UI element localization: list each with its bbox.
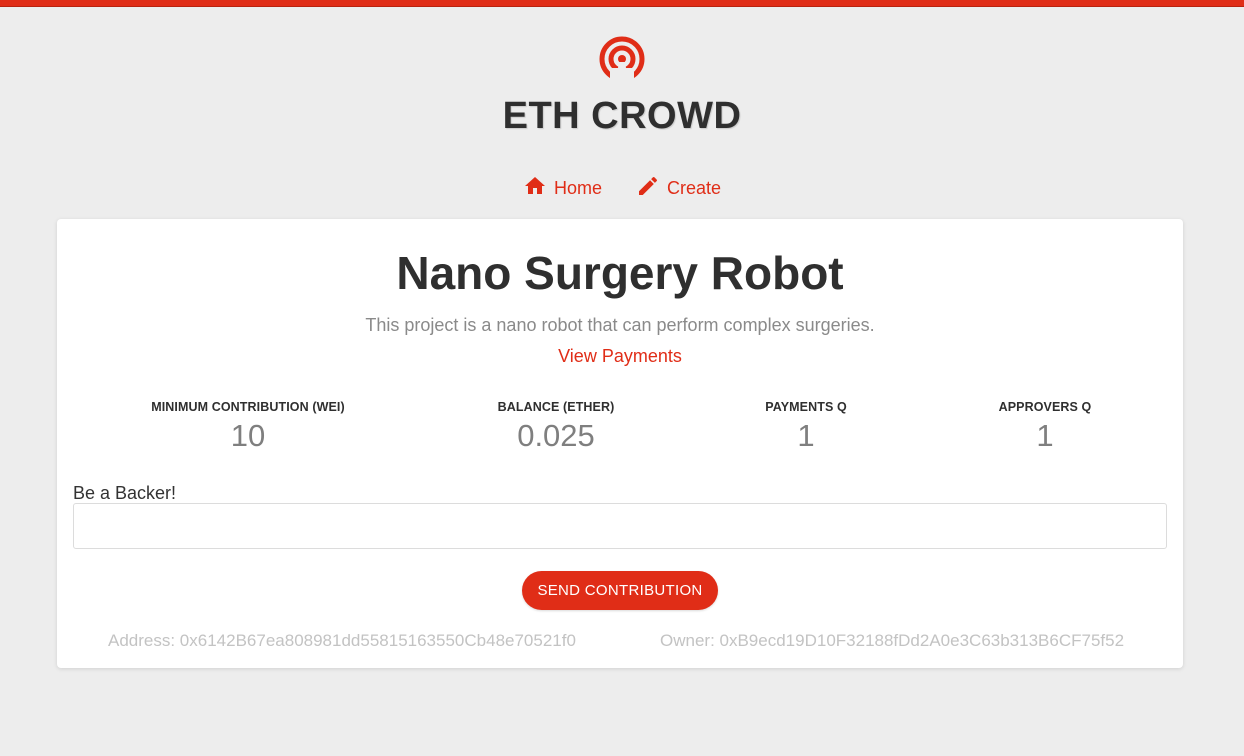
campaign-title: Nano Surgery Robot xyxy=(396,247,844,299)
home-icon xyxy=(523,174,547,203)
stat-label: APPROVERS Q xyxy=(998,400,1092,414)
stat-balance: BALANCE (ETHER) 0.025 xyxy=(426,400,686,454)
brand-header: ETH CROWD xyxy=(0,34,1244,139)
stat-label: PAYMENTS Q xyxy=(765,400,847,414)
pencil-icon xyxy=(636,174,660,203)
stat-label: BALANCE (ETHER) xyxy=(497,400,615,414)
send-contribution-button[interactable]: SEND CONTRIBUTION xyxy=(522,571,718,610)
campaign-card: Nano Surgery Robot This project is a nan… xyxy=(57,219,1183,668)
stat-minimum-contribution: MINIMUM CONTRIBUTION (WEI) 10 xyxy=(118,400,378,454)
nav-create-label: Create xyxy=(666,178,722,198)
stat-approvers: APPROVERS Q 1 xyxy=(915,400,1175,454)
broadcast-icon xyxy=(597,34,647,84)
contribution-label: Be a Backer! xyxy=(73,483,177,503)
stat-payments: PAYMENTS Q 1 xyxy=(676,400,936,454)
stat-value: 1 xyxy=(1036,418,1054,453)
stat-label: MINIMUM CONTRIBUTION (WEI) xyxy=(151,400,345,414)
app-title: ETH CROWD xyxy=(502,95,742,137)
nav-create-link[interactable]: Create xyxy=(636,174,721,203)
campaign-address: Address: 0x6142B67ea808981dd55815163550C… xyxy=(108,631,576,650)
main-nav: Home Create xyxy=(0,174,1244,203)
view-payments-link[interactable]: View Payments xyxy=(57,346,1183,367)
nav-home-link[interactable]: Home xyxy=(523,174,602,203)
top-accent-bar xyxy=(0,0,1244,7)
contribution-input[interactable] xyxy=(73,503,1167,549)
campaign-description: This project is a nano robot that can pe… xyxy=(365,315,875,335)
stat-value: 1 xyxy=(797,418,815,453)
campaign-owner: Owner: 0xB9ecd19D10F32188fDd2A0e3C63b313… xyxy=(660,631,1125,650)
stat-value: 10 xyxy=(230,418,266,453)
stat-value: 0.025 xyxy=(517,418,595,453)
nav-home-label: Home xyxy=(553,178,602,198)
